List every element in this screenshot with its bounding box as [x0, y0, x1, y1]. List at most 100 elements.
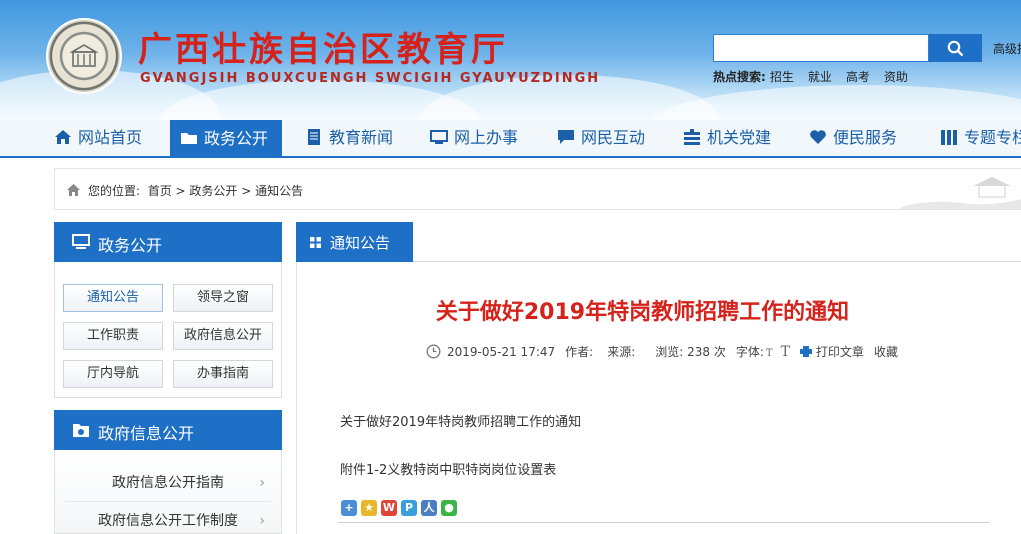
breadcrumb-link[interactable]: 首页 [148, 184, 172, 198]
breadcrumb-current[interactable]: 通知公告 [255, 184, 303, 198]
sidebar-link-gov-info-guide[interactable]: 政府信息公开指南 › [65, 464, 271, 502]
sidebar-affairs-panel: 通知公告 领导之窗 工作职责 政府信息公开 厅内导航 办事指南 [54, 262, 282, 398]
chevron-right-icon: › [259, 513, 265, 529]
nav-item-home[interactable]: 网站首页 [54, 120, 142, 156]
sidebar-item-duties[interactable]: 工作职责 [63, 322, 163, 350]
hot-term-link[interactable]: 招生 [770, 70, 794, 84]
share-wechat-icon[interactable]: ● [441, 500, 457, 516]
breadcrumb-prefix: 您的位置: [88, 184, 141, 198]
sidebar-affairs-title: 政务公开 [98, 236, 163, 255]
nav-item-news[interactable]: 教育新闻 [305, 120, 393, 156]
sidebar-affairs-header: 政务公开 [54, 222, 282, 262]
sidebar-link-label: 政府信息公开工作制度 [98, 513, 238, 529]
share-qzone-icon[interactable]: ★ [361, 500, 377, 516]
share-weibo-icon[interactable]: W [381, 500, 397, 516]
share-bar: + ★ W P 人 ● [341, 500, 461, 518]
nav-item-label: 网站首页 [78, 128, 143, 147]
share-tencent-weibo-icon[interactable]: P [401, 500, 417, 516]
nav-item-label: 机关党建 [707, 128, 772, 147]
columns-icon [941, 129, 957, 145]
party-icon [684, 128, 700, 145]
site-logo[interactable] [46, 18, 122, 94]
hot-term-link[interactable]: 资助 [884, 70, 908, 84]
site-header: 广西壮族自治区教育厅 GVANGJSIH BOUXCUENGH SWCIGIH … [0, 0, 1021, 120]
print-label: 打印文章 [815, 345, 864, 359]
folder-icon [73, 424, 89, 437]
sidebar-gov-info-title: 政府信息公开 [98, 424, 195, 443]
article-views-label: 浏览: [655, 345, 684, 359]
nav-item-party[interactable]: 机关党建 [683, 120, 771, 156]
grid-icon [310, 237, 321, 248]
nav-item-label: 政务公开 [204, 129, 269, 148]
sidebar-item-notices[interactable]: 通知公告 [63, 284, 163, 312]
breadcrumb-link[interactable]: 政务公开 [189, 184, 237, 198]
chevron-right-icon: › [259, 475, 265, 491]
hot-search: 热点搜索: 招生 就业 高考 资助 [713, 68, 908, 85]
breadcrumb: 您的位置: 首页 > 政务公开 > 通知公告 [54, 168, 1021, 210]
sidebar-link-gov-info-rules[interactable]: 政府信息公开工作制度 › [65, 502, 271, 534]
building-icon [70, 44, 98, 67]
sidebar-link-label: 政府信息公开指南 [112, 475, 224, 491]
nav-item-online-service[interactable]: 网上办事 [430, 120, 518, 156]
printer-icon [799, 346, 812, 357]
sidebar-item-guide[interactable]: 办事指南 [173, 360, 273, 388]
breadcrumb-separator: > [175, 184, 186, 198]
monitor-icon [72, 234, 90, 249]
article-views-unit: 次 [713, 345, 726, 359]
document-icon [308, 128, 320, 145]
nav-item-label: 网民互动 [581, 128, 646, 147]
home-icon [67, 184, 80, 196]
article-source-label: 来源: [607, 345, 636, 359]
heart-icon [810, 129, 826, 144]
nav-item-topics[interactable]: 专题专栏 [940, 120, 1021, 156]
nav-item-label: 专题专栏 [964, 128, 1021, 147]
sidebar-item-leaders[interactable]: 领导之窗 [173, 284, 273, 312]
folder-icon [181, 132, 197, 144]
article-datetime: 2019-05-21 17:47 [447, 345, 556, 359]
breadcrumb-text: 您的位置: 首页 > 政务公开 > 通知公告 [67, 182, 303, 199]
share-more-icon[interactable]: + [341, 500, 357, 516]
nav-item-interaction[interactable]: 网民互动 [557, 120, 645, 156]
search-icon [947, 40, 964, 57]
hot-term-link[interactable]: 就业 [808, 70, 832, 84]
nav-item-label: 网上办事 [454, 128, 519, 147]
font-large-button[interactable]: T [781, 344, 790, 360]
search-input[interactable] [713, 34, 929, 62]
breadcrumb-separator: > [241, 184, 252, 198]
nav-item-label: 便民服务 [833, 128, 898, 147]
chat-icon [558, 129, 574, 144]
nav-item-convenience[interactable]: 便民服务 [809, 120, 897, 156]
article-title: 关于做好2019年特岗教师招聘工作的通知 [435, 300, 850, 325]
sidebar-gov-info-panel: 政府信息公开指南 › 政府信息公开工作制度 › [54, 450, 282, 534]
hot-search-label: 热点搜索: [713, 70, 766, 84]
search-button[interactable] [929, 34, 982, 62]
tab-notices[interactable]: 通知公告 [296, 222, 413, 262]
clock-icon [426, 344, 441, 359]
article-body-line: 关于做好2019年特岗教师招聘工作的通知 [340, 415, 582, 430]
article-divider [338, 522, 989, 523]
sidebar-gov-info-header: 政府信息公开 [54, 410, 282, 450]
article-author-label: 作者: [565, 345, 594, 359]
monitor-icon [430, 129, 448, 144]
sidebar-item-gov-info[interactable]: 政府信息公开 [173, 322, 273, 350]
site-subtitle: GVANGJSIH BOUXCUENGH SWCIGIH GYAUYUZDING… [140, 71, 601, 86]
advanced-search-link[interactable]: 高级搜 [993, 40, 1021, 57]
font-size-label: 字体: [735, 345, 764, 359]
main-nav: 网站首页 政务公开 教育新闻 网上办事 网民互动 机关党建 便民服务 专题专栏 [0, 120, 1021, 158]
cloud-decoration [650, 85, 1021, 120]
print-button[interactable]: 打印文章 [799, 345, 864, 359]
favorite-button[interactable]: 收藏 [874, 345, 898, 359]
font-small-button[interactable]: T [766, 348, 773, 359]
share-renren-icon[interactable]: 人 [421, 500, 437, 516]
article-meta: 2019-05-21 17:47 作者: 来源: 浏览: 238 次字体: T T 打印文章… [426, 343, 898, 360]
sidebar-item-navigation[interactable]: 厅内导航 [63, 360, 163, 388]
article-views-count: 238 [687, 345, 711, 359]
attachment-link[interactable]: 附件1-2义教特岗中职特岗岗位设置表 [340, 459, 556, 478]
pavilion-decoration [901, 177, 1021, 209]
main-tab-bar: 通知公告 [296, 222, 1021, 262]
hot-term-link[interactable]: 高考 [846, 70, 870, 84]
nav-item-affairs[interactable]: 政务公开 [170, 120, 283, 158]
home-icon [55, 129, 71, 144]
site-title: 广西壮族自治区教育厅 [138, 30, 508, 70]
tab-label: 通知公告 [330, 234, 391, 252]
